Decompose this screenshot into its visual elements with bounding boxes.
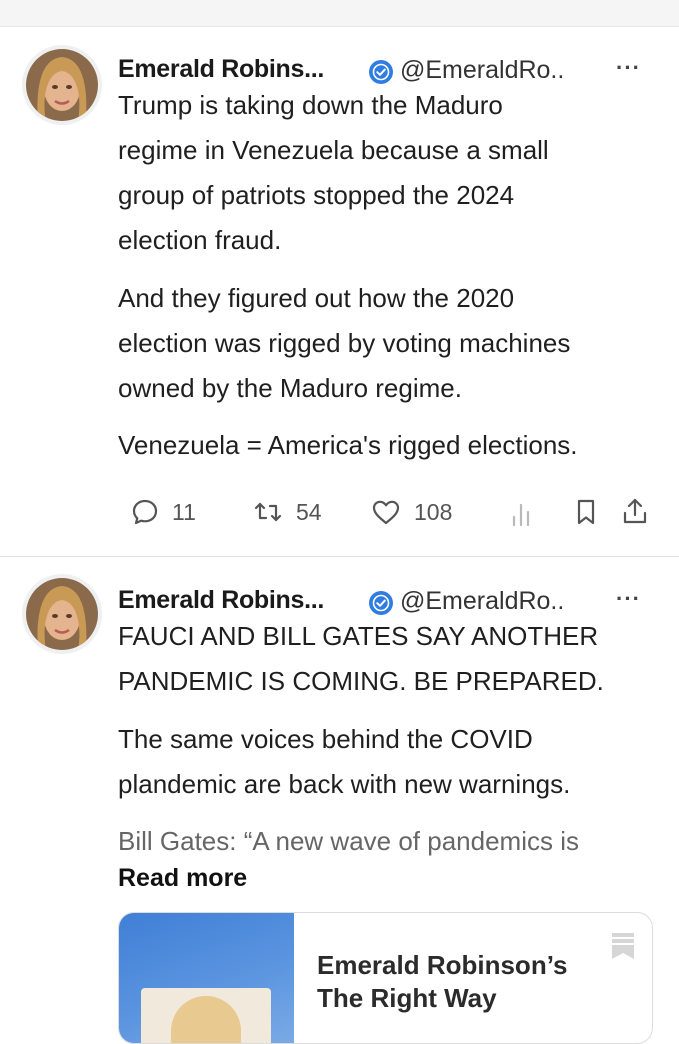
- views-icon: [512, 503, 530, 527]
- bookmark-icon: [577, 499, 595, 525]
- card-photo: [141, 988, 271, 1043]
- like-count: 108: [414, 498, 453, 525]
- share-button[interactable]: [620, 496, 650, 526]
- verified-badge-icon: [368, 590, 394, 616]
- reply-button[interactable]: 11: [130, 497, 196, 527]
- card-title: Emerald Robinson’s The Right Way: [317, 950, 568, 1013]
- more-icon[interactable]: ···: [616, 55, 641, 81]
- author-name[interactable]: Emerald Robins...: [118, 55, 324, 84]
- read-more-link[interactable]: Read more: [118, 864, 247, 893]
- repost-count: 54: [296, 498, 322, 525]
- post-paragraph: Venezuela = America's rigged elections.: [118, 430, 578, 460]
- avatar[interactable]: [22, 574, 102, 654]
- repost-icon: [254, 502, 282, 522]
- post-divider: [0, 556, 679, 557]
- author-handle[interactable]: @EmeraldRo..: [400, 56, 564, 85]
- post-paragraph: The same voices behind the COVID plandem…: [118, 724, 571, 799]
- more-icon[interactable]: ···: [616, 586, 641, 612]
- link-preview-card[interactable]: Emerald Robinson’s The Right Way: [118, 912, 653, 1044]
- reply-count: 11: [172, 498, 196, 525]
- reply-icon: [132, 499, 158, 525]
- repost-button[interactable]: 54: [252, 497, 322, 527]
- post-paragraph: Trump is taking down the Maduro regime i…: [118, 90, 549, 255]
- bookmark-icon: [610, 931, 636, 966]
- post-actions: 11 54 108: [118, 493, 658, 533]
- card-thumbnail: [119, 913, 294, 1043]
- post-paragraph: And they figured out how the 2020 electi…: [118, 283, 571, 403]
- like-icon: [372, 500, 400, 525]
- previous-post-edge: [0, 0, 679, 27]
- like-button[interactable]: 108: [370, 497, 452, 527]
- post-paragraph-truncated: Bill Gates: “A new wave of pandemics is: [118, 826, 579, 856]
- author-handle[interactable]: @EmeraldRo..: [400, 587, 564, 616]
- verified-badge-icon: [368, 59, 394, 85]
- avatar[interactable]: [22, 45, 102, 125]
- post-paragraph: FAUCI AND BILL GATES SAY ANOTHER PANDEMI…: [118, 621, 604, 696]
- views-button[interactable]: [508, 499, 534, 527]
- bookmark-button[interactable]: [573, 497, 599, 527]
- share-icon: [623, 498, 647, 524]
- author-name[interactable]: Emerald Robins...: [118, 586, 324, 615]
